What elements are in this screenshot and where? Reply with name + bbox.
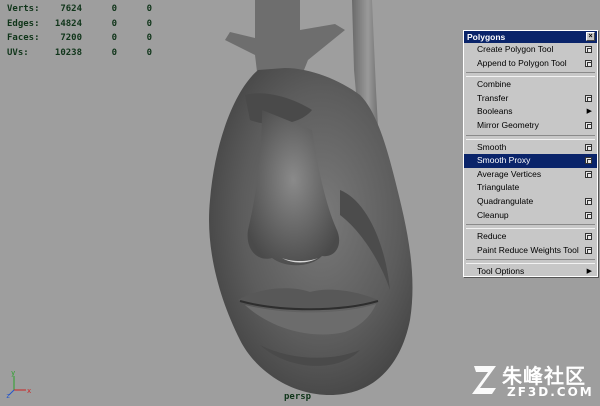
hud-label: Edges: xyxy=(7,18,40,29)
menu-item-label: Triangulate xyxy=(477,182,520,193)
menu-separator xyxy=(466,259,595,265)
hud-label: UVs: xyxy=(7,47,29,58)
menu-item-label: Append to Polygon Tool xyxy=(477,57,567,68)
hud-v2: 0 xyxy=(111,18,117,29)
hud-label: Faces: xyxy=(7,33,40,43)
menu-title: Polygons xyxy=(467,32,506,42)
menu-item-smooth[interactable]: Smooth xyxy=(464,141,597,155)
hud-v1: 14824 xyxy=(54,18,82,29)
poly-count-hud: Verts: 7624 0 0 Edges: 14824 0 0 Faces: 7200 0 0 UVs… xyxy=(7,2,152,60)
hud-v1: 7624 xyxy=(60,4,82,14)
hud-v1: 10238 xyxy=(54,47,82,58)
option-box-icon[interactable] xyxy=(585,233,592,241)
menu-item-triangulate[interactable]: Triangulate xyxy=(464,181,597,195)
hud-v3: 0 xyxy=(146,47,152,58)
hud-row: UVs: 10238 0 0 xyxy=(7,46,152,61)
camera-label: persp xyxy=(284,392,312,402)
axis-gizmo: y x z xyxy=(6,368,36,400)
option-box-icon[interactable] xyxy=(585,121,592,129)
menu-item-cleanup[interactable]: Cleanup xyxy=(464,209,597,223)
menu-item-quadrangulate[interactable]: Quadrangulate xyxy=(464,195,597,209)
close-icon[interactable]: × xyxy=(586,32,595,41)
menu-item-combine[interactable]: Combine xyxy=(464,78,597,92)
hud-v2: 0 xyxy=(111,33,117,43)
option-box-icon[interactable] xyxy=(585,170,592,178)
hud-v3: 0 xyxy=(146,33,152,43)
menu-item-tool-options[interactable]: Tool Options ▶ xyxy=(464,265,597,279)
hud-v3: 0 xyxy=(146,4,152,14)
menu-item-label: Create Polygon Tool xyxy=(477,44,554,54)
menu-title-bar[interactable]: Polygons × xyxy=(464,31,597,43)
polygons-menu[interactable]: Polygons × Create Polygon Tool Append to … xyxy=(463,30,598,277)
menu-item-create-polygon-tool[interactable]: Create Polygon Tool xyxy=(464,43,597,57)
menu-item-transfer[interactable]: Transfer xyxy=(464,92,597,106)
hud-v2: 0 xyxy=(111,4,117,14)
hud-row: Edges: 14824 0 0 xyxy=(7,17,152,32)
menu-item-label: Cleanup xyxy=(477,209,509,220)
option-box-icon[interactable] xyxy=(585,211,592,219)
menu-item-label: Average Vertices xyxy=(477,168,542,179)
menu-item-label: Paint Reduce Weights Tool xyxy=(477,244,579,255)
menu-item-mirror-geometry[interactable]: Mirror Geometry xyxy=(464,119,597,133)
hud-v2: 0 xyxy=(111,47,117,58)
menu-separator xyxy=(466,134,595,140)
axis-x-label: x xyxy=(27,387,31,395)
option-box-icon[interactable] xyxy=(585,46,592,53)
hud-row: Verts: 7624 0 0 xyxy=(7,2,152,17)
submenu-arrow-icon: ▶ xyxy=(586,108,592,116)
menu-item-label: Transfer xyxy=(477,92,509,103)
hud-label: Verts: xyxy=(7,4,40,14)
option-box-icon[interactable] xyxy=(585,59,592,67)
hud-v1: 7200 xyxy=(60,33,82,43)
submenu-arrow-icon: ▶ xyxy=(586,268,592,276)
menu-items: Create Polygon Tool Append to Polygon Too… xyxy=(464,43,597,279)
hud-v3: 0 xyxy=(146,18,152,29)
menu-item-label: Smooth xyxy=(477,141,507,152)
watermark: 朱峰社区 ZF3D.COM xyxy=(470,360,598,402)
hud-row: Faces: 7200 0 0 xyxy=(7,31,152,46)
menu-item-label: Reduce xyxy=(477,231,507,242)
option-box-icon[interactable] xyxy=(585,143,592,151)
menu-item-label: Tool Options xyxy=(477,266,525,277)
menu-separator xyxy=(466,72,595,78)
menu-item-smooth-proxy[interactable]: Smooth Proxy xyxy=(464,154,597,168)
menu-separator xyxy=(466,224,595,230)
option-box-icon[interactable] xyxy=(585,157,592,165)
axis-y-label: y xyxy=(11,369,15,377)
option-box-icon[interactable] xyxy=(585,197,592,205)
menu-item-paint-reduce-weights-tool[interactable]: Paint Reduce Weights Tool xyxy=(464,244,597,258)
menu-item-append-to-polygon-tool[interactable]: Append to Polygon Tool xyxy=(464,57,597,71)
menu-item-label: Quadrangulate xyxy=(477,195,534,206)
menu-item-label: Booleans xyxy=(477,106,513,117)
option-box-icon[interactable] xyxy=(585,94,592,102)
zf3d-logo-icon xyxy=(472,366,496,394)
axis-z-label: z xyxy=(6,392,10,398)
menu-item-booleans[interactable]: Booleans ▶ xyxy=(464,105,597,119)
menu-item-label: Combine xyxy=(477,79,512,90)
menu-item-label: Smooth Proxy xyxy=(477,155,531,166)
option-box-icon[interactable] xyxy=(585,246,592,254)
watermark-en: ZF3D.COM xyxy=(507,385,594,399)
menu-item-average-vertices[interactable]: Average Vertices xyxy=(464,168,597,182)
menu-item-reduce[interactable]: Reduce xyxy=(464,230,597,244)
menu-item-label: Mirror Geometry xyxy=(477,119,539,130)
